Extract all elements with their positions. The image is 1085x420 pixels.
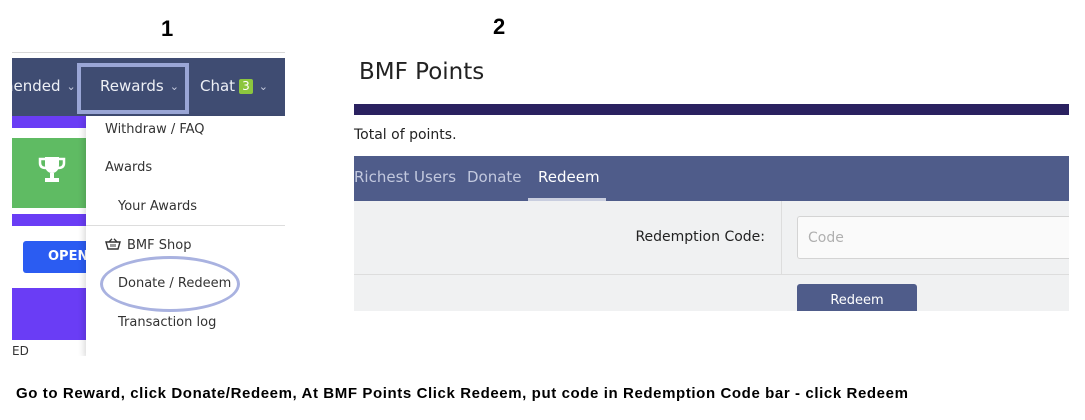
instruction-text: Go to Reward, click Donate/Redeem, At BM… [16,385,909,402]
open-button[interactable]: OPEN [23,241,86,273]
menu-item-withdraw-faq[interactable]: Withdraw / FAQ [105,122,205,137]
top-navigation-bar: nended ⌄ Rewards ⌄ Chat3 ⌄ [12,58,285,116]
rewards-dropdown-menu: Withdraw / FAQ Awards Your Awards BMF Sh… [86,116,285,356]
header-bar [354,104,1069,115]
points-total-text: Total of points. [354,127,457,143]
page-title: BMF Points [359,59,485,85]
background-purple-block [12,288,86,340]
top-divider [12,52,285,53]
background-purple-strip [12,214,86,226]
nav-recommended-label: nended [12,77,61,95]
nav-chat-label: Chat [200,77,236,95]
nav-item-recommended[interactable]: nended ⌄ [12,58,76,116]
redeem-button[interactable]: Redeem [797,284,917,311]
chat-count-badge: 3 [239,79,253,94]
chevron-down-icon: ⌄ [258,80,268,93]
menu-item-your-awards[interactable]: Your Awards [118,199,197,214]
nav-item-rewards[interactable]: Rewards ⌄ [86,58,188,116]
partial-text: ED [12,344,29,356]
menu-item-donate-redeem[interactable]: Donate / Redeem [118,276,231,291]
menu-item-transaction-log[interactable]: Transaction log [118,315,216,330]
rewards-menu-screenshot: nended ⌄ Rewards ⌄ Chat3 ⌄ OPEN ED Withdraw… [12,52,285,356]
redemption-code-label: Redemption Code: [635,229,765,245]
tab-donate[interactable]: Donate [467,156,522,201]
chevron-down-icon: ⌄ [66,80,76,93]
tab-redeem[interactable]: Redeem [528,156,606,201]
basket-icon [105,238,121,250]
nav-item-chat[interactable]: Chat 3 ⌄ [200,58,268,116]
menu-divider [86,225,285,226]
redemption-code-input[interactable] [797,216,1069,259]
nav-rewards-label: Rewards [100,77,164,95]
tab-richest-users[interactable]: Richest Users [354,156,456,201]
trophy-icon [38,157,66,182]
label-cell: Redemption Code: [354,201,782,274]
menu-item-bmf-shop[interactable]: BMF Shop [105,238,191,253]
chevron-down-icon: ⌄ [169,80,179,93]
redeem-form: Redemption Code: Redeem [354,201,1069,311]
step-2-label: 2 [493,14,506,39]
redemption-code-row: Redemption Code: [354,201,1069,275]
background-purple-strip [12,116,86,128]
menu-item-bmf-shop-label: BMF Shop [127,238,192,253]
menu-item-awards[interactable]: Awards [105,160,152,175]
step-1-label: 1 [161,16,174,41]
points-tabs: Richest Users Donate Redeem [354,156,1069,201]
